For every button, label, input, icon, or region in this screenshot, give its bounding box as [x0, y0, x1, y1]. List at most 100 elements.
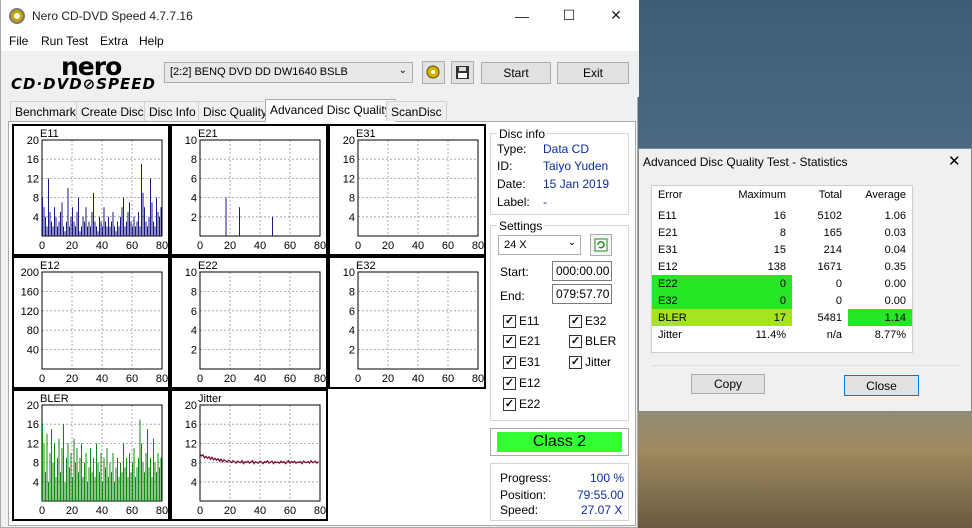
bar: [97, 231, 99, 236]
bar: [72, 207, 73, 236]
settings-heading: Settings: [497, 219, 545, 233]
start-button[interactable]: Start: [481, 62, 551, 84]
statistics-dialog: Advanced Disc Quality Test - Statistics …: [638, 148, 972, 412]
x-tick-label: 20: [66, 505, 78, 517]
bar: [49, 453, 51, 501]
drive-select[interactable]: [2:2] BENQ DVD DD DW1640 BSLB ⌄: [164, 62, 413, 83]
bar: [160, 457, 162, 501]
x-tick-label: 80: [472, 240, 484, 252]
maximize-button[interactable]: ☐: [546, 0, 592, 31]
chart-title: BLER: [40, 393, 69, 405]
menu-run-test[interactable]: Run Test: [41, 34, 88, 48]
refresh-icon: [594, 238, 608, 252]
tab-disc-info[interactable]: Disc Info: [144, 101, 201, 121]
col-error: Error: [658, 188, 683, 201]
chart-jitter: 0 20 40 60 80 4 8 12 16 20 Jitter: [170, 389, 328, 521]
bar: [43, 443, 45, 501]
bar: [82, 216, 84, 236]
bar: [52, 462, 54, 501]
checkbox-e11[interactable]: ✓: [503, 315, 516, 328]
x-tick-label: 80: [156, 240, 168, 252]
col-maximum: Maximum: [738, 188, 786, 201]
close-button[interactable]: ✕: [593, 0, 639, 31]
menu-extra[interactable]: Extra: [100, 34, 128, 48]
bar: [139, 226, 141, 236]
y-tick-label: 4: [349, 325, 355, 337]
checkbox-e21[interactable]: ✓: [503, 335, 516, 348]
x-tick-label: 0: [39, 373, 45, 385]
x-tick-label: 60: [126, 240, 138, 252]
tab-create-disc[interactable]: Create Disc: [76, 101, 149, 121]
minimize-button[interactable]: —: [499, 0, 545, 31]
refresh-button[interactable]: [590, 234, 612, 256]
table-row: E31 15 214 0.04: [652, 241, 912, 258]
speed-select[interactable]: 24 X ⌄: [498, 235, 581, 255]
copy-button[interactable]: Copy: [691, 374, 765, 394]
bar: [157, 453, 159, 501]
save-button[interactable]: [451, 61, 474, 84]
row-avg: 1.06: [884, 209, 906, 222]
close-dialog-button[interactable]: Close: [844, 375, 919, 396]
bar: [145, 221, 147, 236]
bar: [88, 467, 90, 501]
bar: [94, 221, 96, 236]
checkbox-e32[interactable]: ✓: [569, 315, 582, 328]
bar: [132, 462, 133, 501]
x-tick-label: 60: [284, 505, 296, 517]
tab-advanced-disc-quality[interactable]: Advanced Disc Quality: [265, 99, 396, 122]
bar: [133, 448, 135, 501]
bar: [127, 212, 129, 236]
checkbox-bler[interactable]: ✓: [569, 335, 582, 348]
exit-button[interactable]: Exit: [557, 62, 629, 84]
chevron-down-icon: ⌄: [567, 237, 576, 248]
title-bar: Nero CD-DVD Speed 4.7.7.16 — ☐ ✕: [1, 0, 639, 31]
start-time-input[interactable]: 000:00.00: [552, 261, 612, 281]
menu-file[interactable]: File: [9, 34, 28, 48]
checkbox-jitter[interactable]: ✓: [569, 356, 582, 369]
col-total: Total: [818, 188, 842, 201]
y-tick-label: 20: [27, 135, 39, 147]
row-avg: 0.00: [884, 277, 906, 290]
row-total: 0: [835, 277, 842, 290]
checkbox-e12[interactable]: ✓: [503, 377, 516, 390]
x-tick-label: 80: [314, 240, 326, 252]
drive-properties-button[interactable]: [422, 61, 445, 84]
x-tick-label: 0: [197, 505, 203, 517]
table-row: E22 0 0 0.00: [652, 275, 912, 292]
bar: [67, 443, 69, 501]
bar: [115, 231, 117, 236]
bar: [100, 221, 102, 236]
bar: [48, 178, 49, 236]
tab-disc-quality[interactable]: Disc Quality: [198, 101, 273, 121]
x-tick-label: 20: [382, 373, 394, 385]
label-value: -: [543, 195, 547, 209]
checkbox-e12-label: E12: [519, 376, 541, 390]
tab-scandisc[interactable]: ScanDisc: [386, 101, 447, 121]
chart-e22: 0 20 40 60 80 2 4 6 8 10 E22: [170, 256, 328, 389]
bar: [135, 226, 136, 236]
bar: [124, 467, 126, 501]
bar: [73, 221, 75, 236]
y-tick-label: 2: [349, 345, 355, 357]
chart-title: E21: [198, 128, 218, 140]
checkbox-e22[interactable]: ✓: [503, 398, 516, 411]
bar: [75, 226, 76, 236]
y-tick-label: 8: [349, 193, 355, 205]
end-time-input[interactable]: 079:57.70: [552, 284, 612, 304]
dialog-close-icon[interactable]: ✕: [948, 152, 961, 170]
y-tick-label: 12: [27, 438, 39, 450]
checkbox-e31[interactable]: ✓: [503, 356, 516, 369]
bar: [72, 477, 73, 501]
y-tick-label: 4: [191, 325, 197, 337]
bar: [142, 192, 144, 236]
table-row: BLER 17 5481 1.14: [652, 309, 912, 326]
bar: [114, 481, 115, 501]
table-row: E11 16 5102 1.06: [652, 207, 912, 224]
bar: [105, 467, 106, 501]
bar: [55, 477, 57, 501]
bar: [126, 457, 127, 501]
tab-benchmark[interactable]: Benchmark: [10, 101, 81, 121]
bar: [93, 192, 94, 236]
menu-help[interactable]: Help: [139, 34, 164, 48]
bar: [239, 207, 240, 236]
